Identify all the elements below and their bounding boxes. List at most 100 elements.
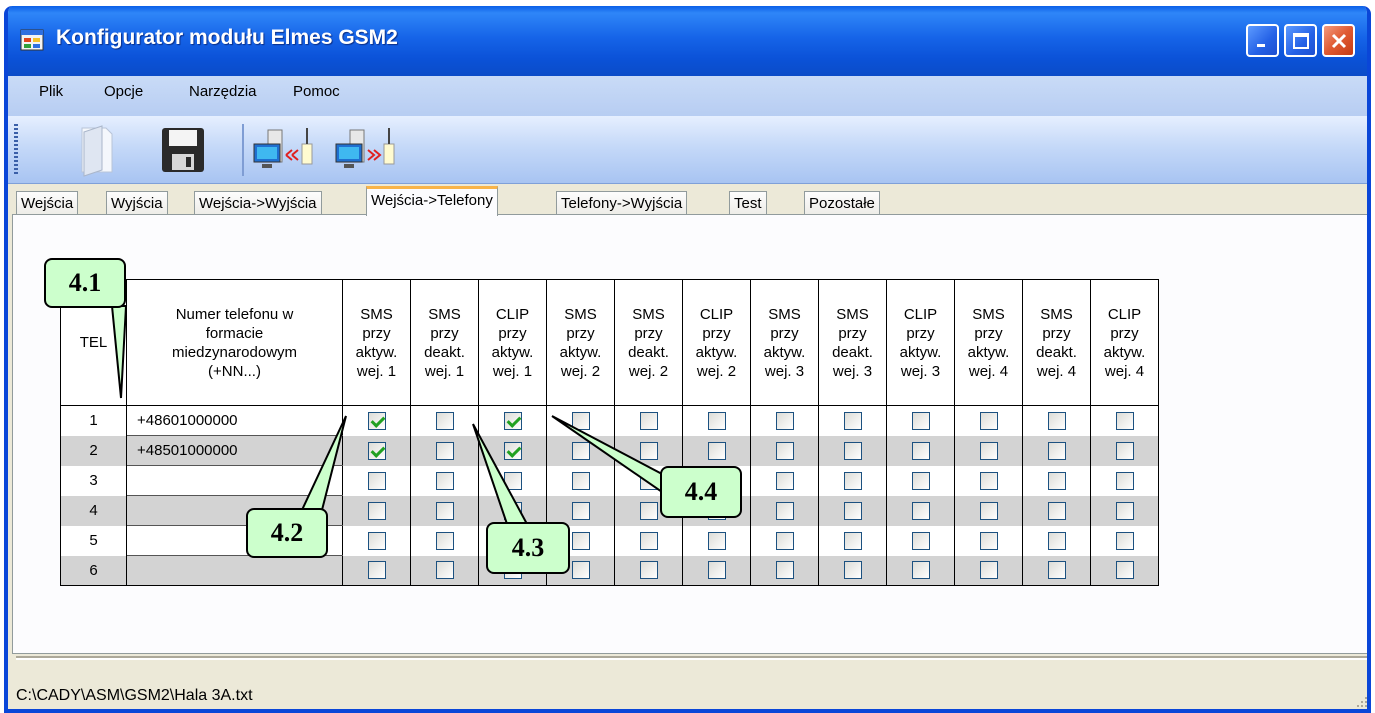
phone-number-cell[interactable] — [126, 465, 343, 496]
option-checkbox[interactable] — [707, 561, 726, 580]
read-button[interactable] — [252, 122, 318, 178]
option-checkbox[interactable] — [843, 531, 862, 550]
phone-number-cell[interactable]: +48501000000 — [126, 435, 343, 466]
option-checkbox[interactable] — [775, 471, 794, 490]
option-checkbox[interactable] — [367, 531, 386, 550]
tab-wejscia-telefony[interactable]: Wejścia->Telefony — [366, 186, 498, 216]
tab-telefony-wyjscia[interactable]: Telefony->Wyjścia — [556, 191, 688, 216]
option-checkbox[interactable] — [843, 561, 862, 580]
close-icon — [1331, 33, 1346, 48]
option-checkbox[interactable] — [571, 501, 590, 520]
tab-wejscia[interactable]: Wejścia — [16, 191, 79, 216]
option-checkbox[interactable] — [911, 411, 930, 430]
option-checkbox[interactable] — [707, 531, 726, 550]
option-checkbox[interactable] — [843, 471, 862, 490]
option-checkbox[interactable] — [367, 561, 386, 580]
option-checkbox[interactable] — [435, 531, 454, 550]
option-checkbox[interactable] — [911, 501, 930, 520]
menu-pomoc[interactable]: Pomoc — [293, 83, 340, 100]
option-checkbox[interactable] — [979, 561, 998, 580]
option-checkbox[interactable] — [979, 411, 998, 430]
option-checkbox[interactable] — [775, 411, 794, 430]
option-checkbox[interactable] — [843, 501, 862, 520]
tab-test[interactable]: Test — [729, 191, 767, 216]
option-checkbox[interactable] — [775, 531, 794, 550]
option-checkbox[interactable] — [639, 411, 658, 430]
option-checkbox[interactable] — [639, 441, 658, 460]
menu-opcje[interactable]: Opcje — [104, 83, 143, 100]
option-checkbox[interactable] — [435, 411, 454, 430]
option-checkbox[interactable] — [979, 441, 998, 460]
option-checkbox[interactable] — [1115, 441, 1134, 460]
option-header-line: przy — [770, 324, 799, 342]
option-checkbox[interactable] — [571, 561, 590, 580]
option-checkbox[interactable] — [639, 561, 658, 580]
resize-grip-icon[interactable] — [1355, 695, 1369, 709]
option-checkbox[interactable] — [435, 501, 454, 520]
option-checkbox[interactable] — [911, 471, 930, 490]
title-bar[interactable]: Konfigurator modułu Elmes GSM2 — [8, 6, 1367, 76]
option-checkbox[interactable] — [707, 411, 726, 430]
option-checkbox[interactable] — [571, 471, 590, 490]
option-checkbox[interactable] — [367, 441, 386, 460]
option-checkbox[interactable] — [639, 471, 658, 490]
option-checkbox[interactable] — [843, 441, 862, 460]
option-checkbox[interactable] — [571, 531, 590, 550]
close-button[interactable] — [1322, 24, 1355, 57]
option-checkbox[interactable] — [571, 411, 590, 430]
tab-wejscia-wyjscia[interactable]: Wejścia->Wyjścia — [194, 191, 322, 216]
option-checkbox[interactable] — [1047, 531, 1066, 550]
option-checkbox[interactable] — [503, 441, 522, 460]
option-checkbox[interactable] — [1047, 441, 1066, 460]
tab-pozostale[interactable]: Pozostałe — [804, 191, 880, 216]
option-checkbox[interactable] — [639, 501, 658, 520]
open-button[interactable] — [72, 122, 122, 178]
maximize-button[interactable] — [1284, 24, 1317, 57]
option-checkbox[interactable] — [1047, 501, 1066, 520]
option-checkbox[interactable] — [1047, 411, 1066, 430]
option-checkbox[interactable] — [1047, 561, 1066, 580]
phone-header-line: miedzynarodowym — [171, 343, 298, 361]
option-header-line: CLIP — [495, 305, 530, 323]
phone-number-cell[interactable]: +48601000000 — [126, 405, 343, 436]
option-checkbox[interactable] — [1047, 471, 1066, 490]
option-checkbox[interactable] — [571, 441, 590, 460]
save-button[interactable] — [158, 122, 208, 178]
minimize-button[interactable] — [1246, 24, 1279, 57]
option-checkbox[interactable] — [911, 531, 930, 550]
option-checkbox[interactable] — [1115, 471, 1134, 490]
menu-narzedzia[interactable]: Narzędzia — [189, 83, 257, 100]
option-checkbox[interactable] — [1115, 411, 1134, 430]
option-checkbox[interactable] — [1115, 531, 1134, 550]
option-checkbox[interactable] — [843, 411, 862, 430]
option-column-header: CLIP przy aktyw. wej. 2 — [682, 279, 751, 406]
option-checkbox[interactable] — [435, 561, 454, 580]
tab-wyjscia[interactable]: Wyjścia — [106, 191, 168, 216]
option-checkbox[interactable] — [503, 501, 522, 520]
option-checkbox[interactable] — [979, 501, 998, 520]
option-checkbox[interactable] — [775, 501, 794, 520]
option-checkbox[interactable] — [503, 411, 522, 430]
option-checkbox[interactable] — [435, 471, 454, 490]
write-to-module-icon — [335, 128, 395, 168]
option-checkbox[interactable] — [911, 561, 930, 580]
option-checkbox[interactable] — [979, 471, 998, 490]
option-checkbox[interactable] — [503, 471, 522, 490]
write-button[interactable] — [334, 122, 400, 178]
option-checkbox[interactable] — [775, 441, 794, 460]
option-checkbox[interactable] — [1115, 501, 1134, 520]
phone-column-header: Numer telefonu w formacie miedzynarodowy… — [126, 279, 343, 406]
menu-plik[interactable]: Plik — [39, 83, 63, 100]
toolbar-grip[interactable] — [14, 124, 18, 176]
option-checkbox[interactable] — [775, 561, 794, 580]
option-checkbox[interactable] — [979, 531, 998, 550]
option-checkbox[interactable] — [707, 441, 726, 460]
option-checkbox[interactable] — [911, 441, 930, 460]
option-checkbox[interactable] — [367, 471, 386, 490]
phone-number-cell[interactable] — [126, 555, 343, 586]
option-checkbox[interactable] — [435, 441, 454, 460]
option-checkbox[interactable] — [1115, 561, 1134, 580]
option-checkbox[interactable] — [367, 411, 386, 430]
option-checkbox[interactable] — [639, 531, 658, 550]
option-checkbox[interactable] — [367, 501, 386, 520]
